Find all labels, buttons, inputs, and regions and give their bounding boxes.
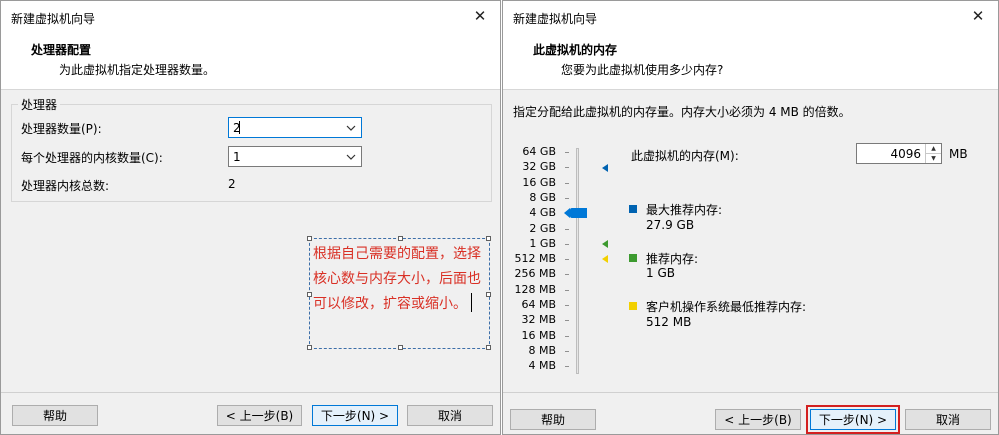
processor-count-label: 处理器数量(P): (21, 122, 102, 136)
annotation-text: 根据自己需要的配置，选择核心数与内存大小，后面也可以修改，扩容或缩小。 (313, 246, 481, 312)
scale-label: 64 MB (521, 298, 556, 311)
footer-divider (1, 392, 500, 393)
memory-value: 4096 (890, 147, 921, 161)
window-title: 新建虚拟机向导 (513, 12, 598, 26)
recommended-label: 推荐内存: (646, 252, 699, 266)
title-bar: 新建虚拟机向导 ✕ (503, 1, 998, 33)
scale-label: 4 GB (529, 206, 556, 220)
next-button[interactable]: 下一步(N) > (312, 405, 398, 426)
resize-handle[interactable] (486, 345, 491, 350)
back-button[interactable]: < 上一步(B) (217, 405, 302, 426)
scale-label: 16 MB (521, 328, 556, 342)
memory-label: 此虚拟机的内存(M): (631, 149, 739, 163)
processor-count-select[interactable]: 2 (228, 117, 362, 138)
annotation-textbox[interactable]: 根据自己需要的配置，选择核心数与内存大小，后面也可以修改，扩容或缩小。 (307, 236, 491, 350)
group-title: 处理器 (18, 96, 61, 113)
memory-unit: MB (949, 147, 968, 161)
page-title: 处理器配置 (31, 43, 92, 57)
help-button[interactable]: 帮助 (12, 405, 98, 426)
scale-tick (565, 197, 569, 199)
spin-buttons: ▲ ▼ (925, 144, 941, 163)
resize-handle[interactable] (398, 236, 403, 241)
wizard-header: 处理器配置 为此虚拟机指定处理器数量。 (1, 33, 500, 90)
scale-tick (565, 366, 569, 368)
annotation-text-wrap: 根据自己需要的配置，选择核心数与内存大小，后面也可以修改，扩容或缩小。 (313, 242, 491, 317)
title-bar: 新建虚拟机向导 ✕ (1, 1, 500, 33)
page-subtitle: 为此虚拟机指定处理器数量。 (59, 63, 216, 77)
page-title: 此虚拟机的内存 (533, 43, 618, 57)
total-cores-label: 处理器内核总数: (21, 179, 110, 193)
scale-label: 128 MB (514, 282, 556, 296)
next-button[interactable]: 下一步(N) > (806, 405, 900, 434)
scale-tick (565, 350, 569, 352)
scale-tick (565, 305, 569, 306)
scale-label: 8 GB (529, 190, 556, 204)
scale-tick (565, 243, 569, 245)
scale-tick (565, 274, 569, 276)
cores-per-processor-select[interactable]: 1 (228, 146, 362, 167)
scale-tick (565, 182, 569, 184)
scale-tick (565, 228, 569, 230)
max-recommended-legend-icon (629, 205, 637, 213)
close-icon[interactable]: ✕ (468, 4, 492, 28)
guest-min-legend-icon (629, 302, 637, 310)
total-cores-value: 2 (228, 177, 236, 191)
scale-tick (565, 335, 569, 337)
memory-slider-track[interactable] (576, 148, 579, 374)
max-recommended-marker (602, 164, 608, 172)
back-button[interactable]: < 上一步(B) (715, 409, 801, 430)
scale-label: 32 MB (521, 313, 556, 327)
scale-tick (565, 320, 569, 322)
chevron-down-icon[interactable] (345, 120, 357, 136)
text-cursor (471, 293, 472, 312)
page-subtitle: 您要为此虚拟机使用多少内存? (561, 63, 724, 77)
memory-instruction: 指定分配给此虚拟机的内存量。内存大小必须为 4 MB 的倍数。 (513, 105, 851, 119)
footer-divider (503, 392, 998, 393)
wizard-header: 此虚拟机的内存 您要为此虚拟机使用多少内存? (503, 33, 998, 90)
scale-tick (565, 167, 569, 169)
resize-handle[interactable] (486, 236, 491, 241)
scale-label: 4 MB (528, 359, 556, 373)
cancel-button[interactable]: 取消 (407, 405, 493, 426)
scale-label: 64 GB (522, 145, 556, 158)
recommended-legend-icon (629, 254, 637, 262)
scale-label: 512 MB (514, 252, 556, 266)
text-cursor (239, 121, 240, 134)
guest-min-value: 512 MB (646, 315, 692, 329)
cancel-button[interactable]: 取消 (905, 409, 991, 430)
spin-up-icon[interactable]: ▲ (926, 144, 941, 154)
scale-label: 32 GB (522, 160, 556, 174)
close-icon[interactable]: ✕ (966, 4, 990, 28)
slider-thumb-tip (564, 208, 570, 218)
processor-config-dialog: 新建虚拟机向导 ✕ 处理器配置 为此虚拟机指定处理器数量。 处理器 处理器数量(… (0, 0, 501, 435)
chevron-down-icon[interactable] (345, 149, 357, 165)
cores-per-processor-value: 1 (233, 150, 241, 164)
resize-handle[interactable] (307, 345, 312, 350)
help-button[interactable]: 帮助 (510, 409, 596, 430)
scale-label: 256 MB (514, 267, 556, 281)
max-recommended-label: 最大推荐内存: (646, 203, 723, 217)
memory-slider-thumb[interactable] (564, 208, 587, 218)
memory-spinbox[interactable]: 4096 ▲ ▼ (856, 143, 942, 164)
recommended-value: 1 GB (646, 266, 675, 280)
guest-min-marker (602, 255, 608, 263)
scale-label: 8 MB (528, 343, 556, 357)
window-title: 新建虚拟机向导 (11, 12, 96, 26)
scale-label: 2 GB (529, 221, 556, 235)
recommended-marker (602, 240, 608, 248)
scale-tick (565, 152, 569, 153)
guest-min-label: 客户机操作系统最低推荐内存: (646, 300, 807, 314)
spin-down-icon[interactable]: ▼ (926, 154, 941, 163)
resize-handle[interactable] (307, 236, 312, 241)
scale-label: 16 GB (522, 175, 556, 189)
cores-per-processor-label: 每个处理器的内核数量(C): (21, 151, 163, 165)
resize-handle[interactable] (307, 292, 312, 297)
scale-tick (565, 259, 569, 261)
scale-label: 1 GB (529, 236, 556, 250)
max-recommended-value: 27.9 GB (646, 218, 695, 232)
scale-tick (565, 289, 569, 291)
resize-handle[interactable] (398, 345, 403, 350)
